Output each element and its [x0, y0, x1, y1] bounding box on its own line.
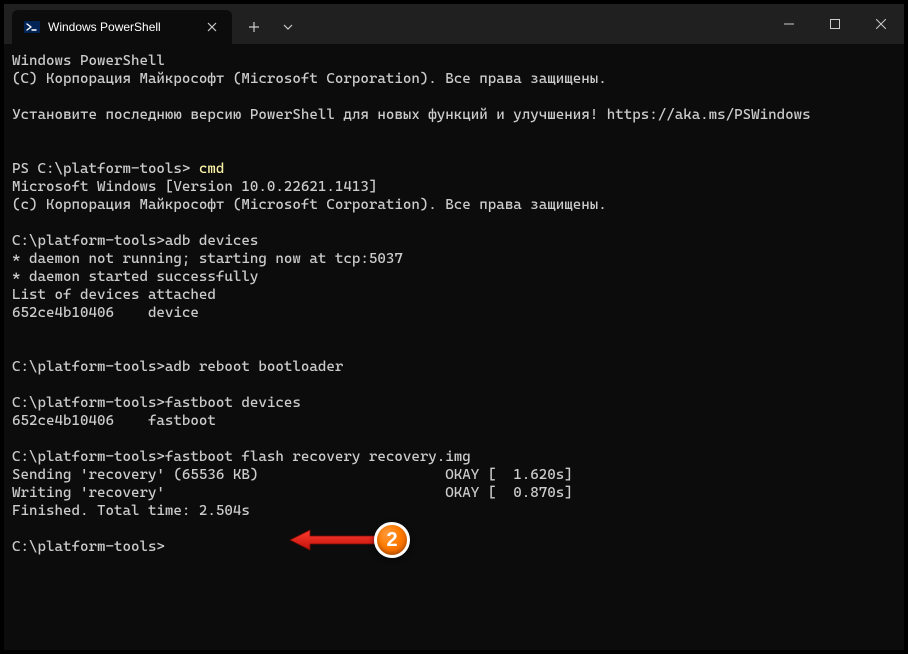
- powershell-icon: [24, 19, 40, 35]
- tab-dropdown-button[interactable]: [272, 12, 304, 42]
- output-line: Установите последнюю версию PowerShell д…: [12, 107, 811, 123]
- titlebar-drag-area[interactable]: [304, 4, 766, 44]
- output-line: 652ce4b10406 device: [12, 305, 199, 321]
- output-line: Windows PowerShell: [12, 53, 165, 69]
- new-tab-button[interactable]: [238, 12, 270, 42]
- annotation-callout: 2: [288, 522, 410, 558]
- output-line: Microsoft Windows [Version 10.0.22621.14…: [12, 179, 377, 195]
- maximize-button[interactable]: [812, 4, 858, 44]
- tab-actions: [232, 10, 304, 44]
- command-text: cmd: [199, 161, 225, 177]
- output-line: Writing 'recovery' OKAY [ 0.870s]: [12, 485, 573, 501]
- output-line: * daemon not running; starting now at tc…: [12, 251, 403, 267]
- output-line: Sending 'recovery' (65536 KB) OKAY [ 1.6…: [12, 467, 573, 483]
- output-line: C:\platform-tools>fastboot devices: [12, 395, 301, 411]
- output-line: (C) Корпорация Майкрософт (Microsoft Cor…: [12, 71, 607, 87]
- tab-title: Windows PowerShell: [48, 20, 194, 34]
- tab-close-button[interactable]: [202, 17, 222, 37]
- output-line: * daemon started successfully: [12, 269, 258, 285]
- minimize-button[interactable]: [766, 4, 812, 44]
- output-line: (c) Корпорация Майкрософт (Microsoft Cor…: [12, 197, 607, 213]
- output-line: C:\platform-tools>adb reboot bootloader: [12, 359, 343, 375]
- output-line: 652ce4b10406 fastboot: [12, 413, 216, 429]
- annotation-badge: 2: [374, 522, 410, 558]
- close-button[interactable]: [858, 4, 904, 44]
- arrow-icon: [288, 528, 378, 552]
- terminal-output[interactable]: Windows PowerShell (C) Корпорация Майкро…: [4, 44, 904, 650]
- output-line: List of devices attached: [12, 287, 216, 303]
- output-line: Finished. Total time: 2.504s: [12, 503, 250, 519]
- window-controls: [766, 4, 904, 44]
- terminal-window: Windows PowerShell Windows: [4, 4, 904, 650]
- output-line: C:\platform-tools>adb devices: [12, 233, 258, 249]
- tab-powershell[interactable]: Windows PowerShell: [12, 10, 232, 44]
- prompt: PS C:\platform-tools>: [12, 161, 199, 177]
- titlebar[interactable]: Windows PowerShell: [4, 4, 904, 44]
- output-line: C:\platform-tools>fastboot flash recover…: [12, 449, 471, 465]
- prompt: C:\platform-tools>: [12, 539, 165, 555]
